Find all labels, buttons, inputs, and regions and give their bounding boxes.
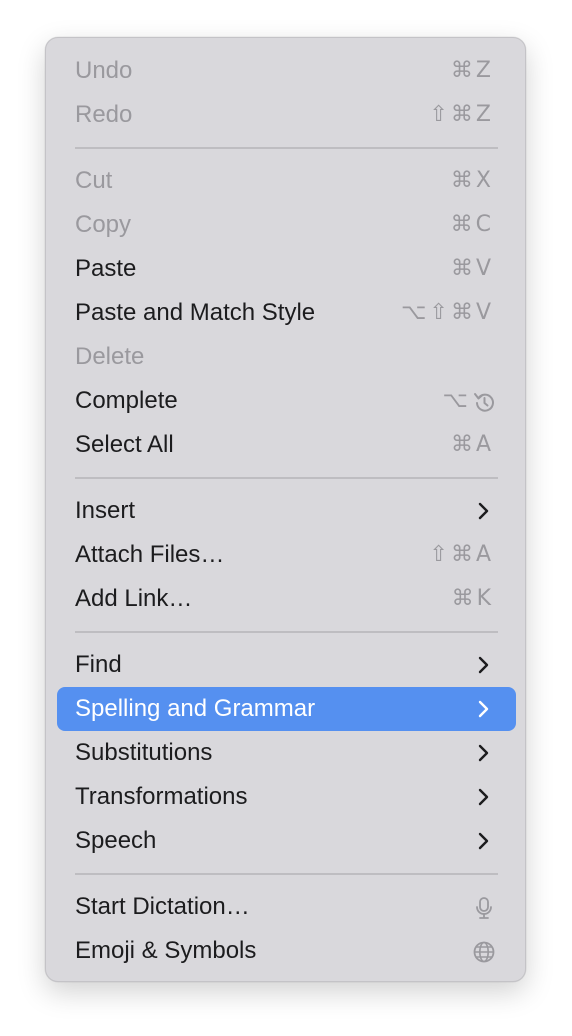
chevron-right-icon [478,832,489,850]
edit-context-menu: Undo ⌘Z Redo ⇧⌘Z Cut ⌘X Copy ⌘C Paste ⌘V… [45,37,526,982]
menu-item-label: Find [75,651,122,678]
chevron-right-icon [478,744,489,762]
menu-item-attach-files[interactable]: Attach Files… ⇧⌘A [57,533,516,577]
chevron-right-icon [478,656,489,674]
menu-item-label: Speech [75,827,157,854]
menu-item-delete[interactable]: Delete [57,335,516,379]
menu-item-label: Undo [75,57,133,84]
menu-item-start-dictation[interactable]: Start Dictation… [57,885,516,929]
menu-item-select-all[interactable]: Select All ⌘A [57,423,516,467]
globe-icon [473,941,495,963]
shortcut-label: ⌥⇧⌘V [401,300,494,325]
shortcut-label: ⌘K [451,586,494,611]
menu-item-label: Insert [75,497,136,524]
shortcut-label: ⌘A [450,432,494,457]
menu-item-label: Paste and Match Style [75,299,316,326]
menu-item-label: Redo [75,101,133,128]
menu-item-label: Cut [75,167,113,194]
menu-item-label: Attach Files… [75,541,225,568]
microphone-icon [476,897,492,919]
chevron-right-icon [478,700,489,718]
menu-item-label: Emoji & Symbols [75,937,257,964]
menu-item-speech[interactable]: Speech [57,819,516,863]
menu-item-label: Spelling and Grammar [75,695,316,722]
menu-separator [75,147,498,149]
menu-item-label: Substitutions [75,739,213,766]
menu-item-copy[interactable]: Copy ⌘C [57,203,516,247]
menu-item-label: Transformations [75,783,248,810]
menu-separator [75,873,498,875]
shortcut-label: ⌥ [442,388,468,413]
menu-separator [75,477,498,479]
menu-item-spelling-and-grammar[interactable]: Spelling and Grammar [57,687,516,731]
menu-item-paste[interactable]: Paste ⌘V [57,247,516,291]
menu-item-undo[interactable]: Undo ⌘Z [57,49,516,93]
shortcut-label: ⌘X [450,168,494,193]
menu-item-transformations[interactable]: Transformations [57,775,516,819]
shortcut-label: ⌘V [450,256,494,281]
shortcut-label: ⌘Z [450,58,494,83]
menu-item-label: Add Link… [75,585,193,612]
shortcut-label: ⇧⌘A [429,542,494,567]
menu-item-complete[interactable]: Complete ⌥ [57,379,516,423]
shortcut-label: ⌘C [450,212,494,237]
menu-item-label: Copy [75,211,132,238]
menu-item-emoji-and-symbols[interactable]: Emoji & Symbols [57,929,516,973]
menu-item-label: Select All [75,431,174,458]
menu-item-insert[interactable]: Insert [57,489,516,533]
menu-item-label: Complete [75,387,178,414]
menu-item-find[interactable]: Find [57,643,516,687]
menu-item-substitutions[interactable]: Substitutions [57,731,516,775]
menu-item-label: Paste [75,255,137,282]
chevron-right-icon [478,788,489,806]
menu-item-label: Start Dictation… [75,893,250,920]
menu-separator [75,631,498,633]
menu-item-add-link[interactable]: Add Link… ⌘K [57,577,516,621]
menu-item-paste-and-match-style[interactable]: Paste and Match Style ⌥⇧⌘V [57,291,516,335]
menu-item-cut[interactable]: Cut ⌘X [57,159,516,203]
chevron-right-icon [478,502,489,520]
menu-item-redo[interactable]: Redo ⇧⌘Z [57,93,516,137]
shortcut-label: ⇧⌘Z [429,102,494,127]
menu-item-label: Delete [75,343,145,370]
escape-key-icon [474,393,494,412]
